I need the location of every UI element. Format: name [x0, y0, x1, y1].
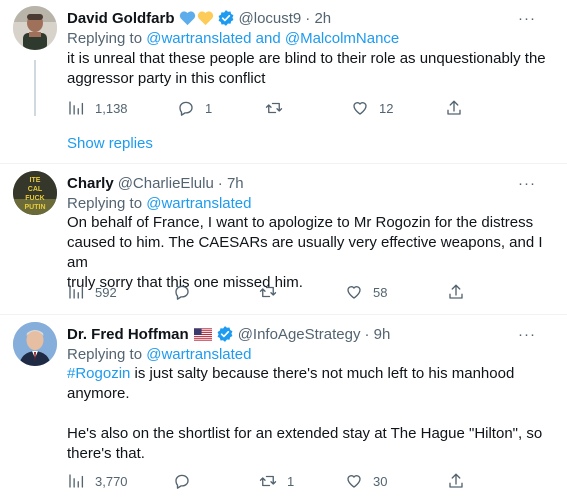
views-count: 1,138 — [95, 100, 128, 116]
us-flag-icon — [193, 327, 212, 341]
reply-icon — [179, 101, 193, 116]
views-button[interactable]: 1,138 — [67, 98, 128, 118]
heart-icon — [347, 286, 361, 299]
thread-line — [34, 60, 36, 116]
tweet-time[interactable]: · 9h — [365, 326, 391, 343]
retweet-icon — [265, 102, 283, 114]
verified-badge-icon — [216, 325, 234, 343]
divider — [0, 314, 567, 315]
avatar-text: ITE — [30, 177, 41, 184]
tweet-text: On behalf of France, I want to apologize… — [67, 213, 547, 293]
like-count: 30 — [373, 473, 388, 489]
author-name[interactable]: Dr. Fred Hoffman — [67, 326, 189, 343]
share-icon — [447, 100, 461, 115]
tweet-header: David Goldfarb @locust9 · 2h — [67, 8, 527, 28]
retweet-icon — [259, 286, 277, 298]
tweet-text-line: caused to him. The CAESARs are usually v… — [67, 234, 543, 271]
verified-badge-icon — [217, 9, 235, 27]
replying-to-label: Replying to — [67, 30, 147, 47]
views-count: 3,770 — [95, 473, 128, 489]
avatar-text: PUTIN — [25, 204, 46, 211]
tweet-text: it is unreal that these people are blind… — [67, 49, 547, 89]
author-handle[interactable]: @locust9 — [239, 10, 302, 27]
reply-count: 1 — [205, 100, 213, 116]
more-options-icon[interactable]: ··· — [515, 324, 539, 344]
tweet-time[interactable]: · 2h — [305, 10, 331, 27]
yellow-heart-icon — [197, 10, 214, 26]
reply-button[interactable]: 1 — [177, 98, 212, 118]
tweet-text-line: aggressor party in this conflict — [67, 70, 266, 87]
analytics-icon — [69, 474, 84, 488]
share-icon — [449, 284, 463, 299]
views-button[interactable]: 592 — [67, 282, 117, 302]
like-button[interactable]: 30 — [345, 471, 387, 491]
analytics-icon — [69, 101, 84, 115]
more-options-icon[interactable]: ··· — [515, 173, 539, 193]
avatar-charly[interactable]: ITE CAL FUCK PUTIN — [13, 171, 57, 215]
tweet-text-fragment: is just salty because there's not much l… — [130, 365, 515, 382]
like-count: 58 — [373, 284, 388, 300]
author-handle[interactable]: @CharlieElulu — [118, 175, 214, 192]
avatar-david-goldfarb[interactable] — [13, 6, 57, 50]
retweet-button[interactable] — [259, 282, 287, 302]
hashtag-link[interactable]: #Rogozin — [67, 365, 130, 382]
tweet-header: Dr. Fred Hoffman @InfoAgeStrategy · 9h — [67, 324, 527, 344]
like-button[interactable]: 58 — [345, 282, 387, 302]
blue-heart-icon — [179, 10, 196, 26]
reply-to-handles[interactable]: @wartranslated and @MalcolmNance — [146, 30, 399, 47]
tweet-actions: 592 58 — [67, 282, 463, 302]
divider — [0, 163, 567, 164]
reply-to-handles[interactable]: @wartranslated — [146, 346, 251, 363]
analytics-icon — [69, 285, 84, 299]
author-handle[interactable]: @InfoAgeStrategy — [238, 326, 361, 343]
avatar-text: CAL — [28, 186, 43, 193]
author-name[interactable]: David Goldfarb — [67, 10, 175, 27]
replying-to: Replying to @wartranslated and @MalcolmN… — [67, 29, 399, 49]
tweet-header: Charly @CharlieElulu · 7h — [67, 173, 527, 193]
reply-button[interactable] — [173, 471, 201, 491]
avatar-fred-hoffman[interactable] — [13, 322, 57, 366]
views-button[interactable]: 3,770 — [67, 471, 128, 491]
reply-icon — [175, 474, 189, 489]
tweet-actions: 1,138 1 12 — [67, 98, 461, 118]
heart-icon — [347, 475, 361, 488]
share-button[interactable] — [445, 98, 463, 118]
reply-icon — [175, 285, 189, 300]
tweet-text-line: there's that. — [67, 445, 145, 462]
author-name[interactable]: Charly — [67, 175, 114, 192]
avatar-text: FUCK — [25, 195, 44, 202]
replying-to-label: Replying to — [67, 195, 147, 212]
retweet-button[interactable]: 1 — [259, 471, 294, 491]
retweet-count: 1 — [287, 473, 295, 489]
tweet-time[interactable]: · 7h — [218, 175, 244, 192]
share-button[interactable] — [447, 282, 465, 302]
retweet-icon — [259, 475, 277, 487]
tweet-text-line: #Rogozin is just salty because there's n… — [67, 364, 547, 384]
tweet-actions: 3,770 1 30 — [67, 471, 463, 491]
retweet-button[interactable] — [265, 98, 293, 118]
tweet-text-line: anymore. — [67, 385, 130, 402]
share-icon — [449, 473, 463, 488]
like-count: 12 — [379, 100, 394, 116]
tweet-text: #Rogozin is just salty because there's n… — [67, 364, 547, 464]
reply-button[interactable] — [173, 282, 201, 302]
views-count: 592 — [95, 284, 117, 300]
more-options-icon[interactable]: ··· — [515, 8, 539, 28]
share-button[interactable] — [447, 471, 465, 491]
replying-to: Replying to @wartranslated — [67, 194, 252, 214]
show-replies-link[interactable]: Show replies — [67, 134, 153, 154]
tweet-text-line: it is unreal that these people are blind… — [67, 50, 546, 67]
heart-icon — [353, 102, 367, 115]
reply-to-handles[interactable]: @wartranslated — [146, 195, 251, 212]
replying-to-label: Replying to — [67, 346, 147, 363]
tweet-text-line: On behalf of France, I want to apologize… — [67, 214, 534, 231]
like-button[interactable]: 12 — [351, 98, 393, 118]
tweet-text-line: He's also on the shortlist for an extend… — [67, 425, 543, 442]
replying-to: Replying to @wartranslated — [67, 345, 252, 365]
